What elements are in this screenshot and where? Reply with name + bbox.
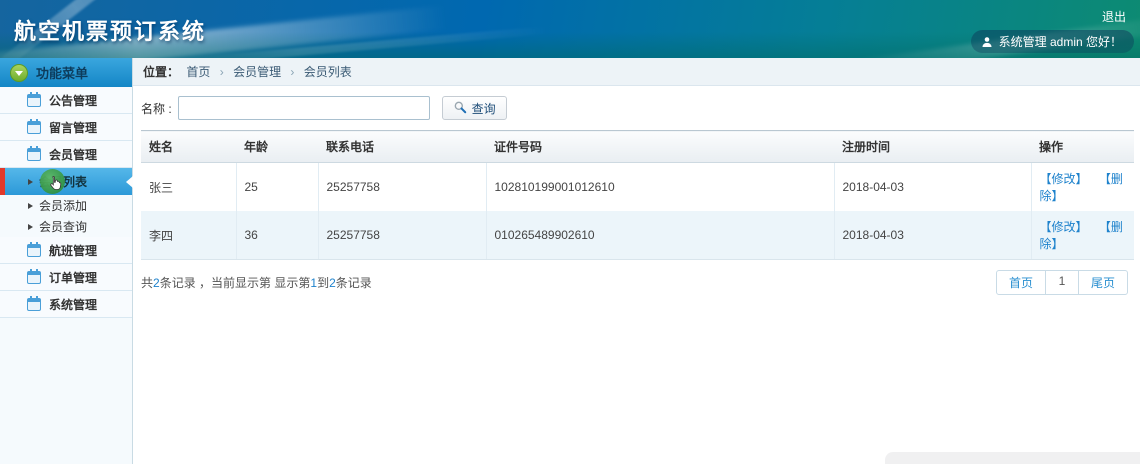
- cell-reg-date: 2018-04-03: [834, 162, 1032, 211]
- pagination: 首页 1 尾页: [995, 270, 1128, 295]
- records-summary: 共2条记录 ，当前显示第 显示第1到2条记录: [141, 276, 372, 290]
- sidebar-item-flights[interactable]: 航班管理: [0, 237, 132, 264]
- col-phone: 联系电话: [318, 130, 486, 163]
- app-header: 航空机票预订系统 退出 系统管理 admin 您好！: [0, 0, 1140, 58]
- search-input[interactable]: [177, 96, 430, 120]
- edit-link[interactable]: 【修改】: [1040, 220, 1088, 234]
- current-page-indicator: 1: [1044, 270, 1079, 295]
- col-reg-date: 注册时间: [834, 130, 1031, 163]
- table-row: 李四 36 25257758 010265489902610 2018-04-0…: [141, 211, 1134, 260]
- sidebar-item-orders[interactable]: 订单管理: [0, 264, 132, 291]
- col-age: 年龄: [236, 130, 318, 163]
- search-icon: [453, 100, 467, 117]
- cell-age: 25: [236, 162, 319, 211]
- sidebar-subitem-member-add[interactable]: 会员添加: [0, 195, 132, 216]
- breadcrumb-members-link[interactable]: 会员管理: [233, 65, 281, 79]
- user-greeting-badge: 系统管理 admin 您好！: [970, 30, 1134, 53]
- sidebar-item-system[interactable]: 系统管理: [0, 291, 132, 318]
- page-title: 航空机票预订系统: [14, 19, 207, 44]
- submenu-arrow-icon: [28, 202, 33, 209]
- calendar-icon: [27, 241, 41, 257]
- cell-phone: 25257758: [318, 162, 487, 211]
- first-page-button[interactable]: 首页: [995, 270, 1046, 295]
- menu-header[interactable]: 功能菜单: [0, 58, 132, 87]
- active-notch: [126, 175, 133, 188]
- table-row: 张三 25 25257758 102810199001012610 2018-0…: [141, 162, 1134, 212]
- member-table: 姓名 年龄 联系电话 证件号码 注册时间 操作 张三 25 25257758 1…: [141, 130, 1134, 260]
- table-footer: 共2条记录 ，当前显示第 显示第1到2条记录 首页 1 尾页: [141, 270, 1128, 295]
- breadcrumb-prefix: 位置：: [143, 65, 180, 79]
- sidebar-subitem-member-search[interactable]: 会员查询: [0, 216, 132, 237]
- submenu-arrow-icon: [28, 178, 33, 185]
- calendar-icon: [27, 268, 41, 284]
- submenu-arrow-icon: [28, 223, 33, 230]
- sidebar-item-members[interactable]: 会员管理: [0, 141, 132, 168]
- cell-actions: 【修改】 【删除】: [1031, 163, 1134, 212]
- calendar-icon: [27, 145, 41, 161]
- user-icon: [981, 36, 993, 48]
- cell-phone: 25257758: [318, 211, 487, 260]
- breadcrumb: 位置： 首页 › 会员管理 › 会员列表: [133, 58, 1140, 86]
- menu-header-label: 功能菜单: [36, 66, 89, 81]
- members-submenu: 会员列表 会员添加 会员查询: [0, 168, 133, 237]
- search-button-label: 查询: [471, 101, 496, 116]
- sidebar: 功能菜单 公告管理 留言管理 会员管理 会员列表 会员添加 会员查询 航班管理 …: [0, 58, 133, 464]
- active-indicator-bar: [0, 168, 5, 195]
- col-id-number: 证件号码: [486, 130, 834, 163]
- app-window: 航空机票预订系统 退出 系统管理 admin 您好！ 功能菜单 公告管理 留言管…: [0, 0, 1140, 464]
- sidebar-item-messages[interactable]: 留言管理: [0, 114, 132, 141]
- user-greeting-text: 系统管理 admin 您好！: [998, 35, 1122, 49]
- cell-id-number: 010265489902610: [486, 211, 835, 260]
- menu-toggle-icon[interactable]: [10, 63, 28, 82]
- cell-reg-date: 2018-04-03: [834, 211, 1032, 260]
- breadcrumb-separator: ›: [219, 65, 224, 79]
- calendar-icon: [27, 295, 41, 311]
- sidebar-item-announcements[interactable]: 公告管理: [0, 87, 132, 114]
- breadcrumb-member-list-link[interactable]: 会员列表: [304, 65, 352, 79]
- breadcrumb-home-link[interactable]: 首页: [186, 65, 210, 79]
- bottom-strip: [885, 452, 1140, 464]
- col-actions: 操作: [1031, 130, 1134, 163]
- cell-name: 李四: [141, 211, 237, 260]
- col-name: 姓名: [141, 130, 236, 163]
- search-label: 名称 :: [141, 101, 172, 116]
- logout-link[interactable]: 退出: [1102, 8, 1126, 25]
- cell-id-number: 102810199001012610: [486, 162, 835, 211]
- search-bar: 名称 : 查询: [141, 95, 1134, 121]
- sidebar-subitem-member-list[interactable]: 会员列表: [0, 168, 133, 195]
- cell-actions: 【修改】 【删除】: [1031, 211, 1134, 260]
- search-button[interactable]: 查询: [441, 96, 507, 120]
- calendar-icon: [27, 118, 41, 134]
- edit-link[interactable]: 【修改】: [1040, 172, 1088, 186]
- calendar-icon: [27, 91, 41, 107]
- table-header-row: 姓名 年龄 联系电话 证件号码 注册时间 操作: [141, 130, 1134, 163]
- main-content: 位置： 首页 › 会员管理 › 会员列表 名称 : 查询 姓名 年龄 联系电话 …: [133, 58, 1140, 464]
- cell-age: 36: [236, 211, 319, 260]
- breadcrumb-separator: ›: [290, 65, 295, 79]
- cell-name: 张三: [141, 162, 237, 211]
- last-page-button[interactable]: 尾页: [1077, 270, 1128, 295]
